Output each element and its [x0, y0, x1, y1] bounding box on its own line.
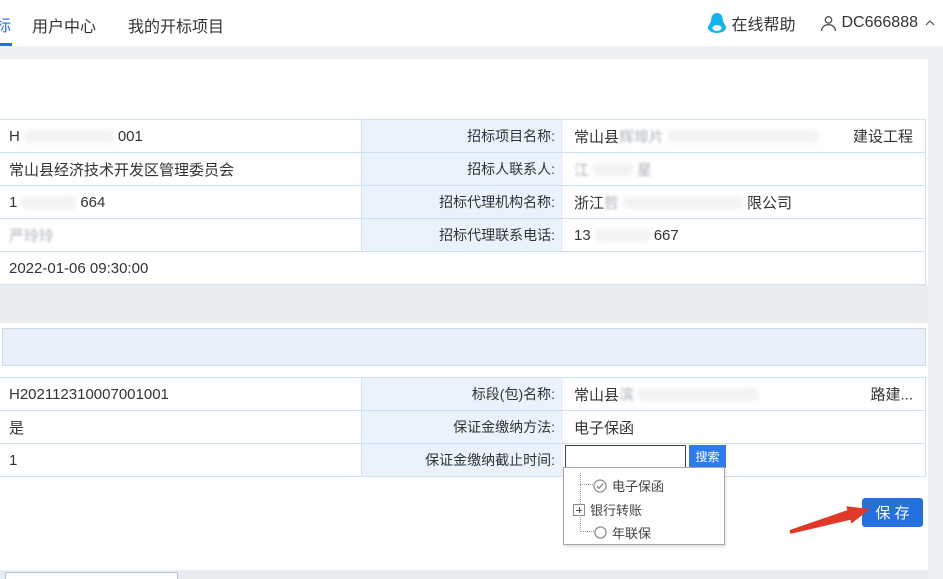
redacted-fragment: 常山县 — [574, 384, 619, 405]
radio-checked-icon — [593, 479, 607, 493]
dropdown-item-annual-guarantee[interactable]: 年联保 — [594, 523, 651, 542]
redacted-fragment: 1 — [9, 194, 17, 211]
redacted-faint: 江 — [574, 159, 589, 180]
tenderer-contact-value: 江星 — [563, 153, 925, 185]
deadline-input[interactable] — [565, 445, 686, 468]
redaction-smudge — [595, 229, 650, 242]
yes-value: 是 — [0, 411, 362, 443]
dropdown-item-electronic-guarantee[interactable]: 电子保函 — [593, 476, 664, 495]
table-row: 常山县经济技术开发区管理委员会 招标人联系人: 江星 — [0, 153, 925, 186]
page: 标 用户中心 我的开标项目 在线帮助 DC666888 — [0, 0, 943, 579]
redacted-faint: 辉埠片 — [619, 126, 664, 147]
field-label: 保证金缴纳方法: — [362, 411, 563, 443]
redaction-smudge — [638, 388, 758, 401]
redaction-smudge — [24, 130, 114, 143]
nav-item-my-bid-projects[interactable]: 我的开标项目 — [128, 13, 224, 37]
chevron-up-icon — [925, 20, 935, 26]
redaction-smudge — [593, 163, 633, 176]
save-button[interactable]: 保 存 — [862, 498, 923, 527]
deposit-method-dropdown: 电子保函 银行转账 年联保 — [563, 467, 725, 545]
redacted-fragment: 常山县 — [574, 126, 619, 147]
user-menu[interactable]: DC666888 — [820, 14, 936, 32]
section-number-value: H202112310007001001 — [0, 378, 362, 410]
tree-connector — [580, 531, 594, 532]
table-row: 严玲玲 招标代理联系电话: 13 667 — [0, 219, 925, 252]
dropdown-item-label: 年联保 — [612, 523, 651, 542]
person-icon — [820, 15, 837, 32]
table-row: 2022-01-06 09:30:00 — [0, 252, 925, 285]
right-gutter — [928, 46, 943, 579]
redacted-fragment: 建设工程 — [853, 126, 913, 147]
redacted-fragment: 13 — [574, 227, 591, 244]
redacted-faint: 哲 — [604, 192, 619, 213]
table-row: 1 保证金缴纳截止时间: 搜索 — [0, 444, 925, 477]
field-label: 招标代理联系电话: — [362, 219, 563, 251]
bottom-partial-panel — [5, 572, 178, 579]
active-tab-underline — [0, 43, 12, 46]
redacted-fragment: H — [9, 128, 20, 145]
redacted-fragment: 浙江 — [574, 192, 604, 213]
tree-expand-icon[interactable] — [573, 504, 585, 516]
dropdown-item-label: 银行转账 — [590, 500, 642, 519]
section-name-value: 常山县滨 路建... — [563, 378, 925, 410]
field-label: 招标项目名称: — [362, 120, 563, 152]
dropdown-item-label: 电子保函 — [612, 476, 664, 495]
table-row: 是 保证金缴纳方法: 电子保函 — [0, 411, 925, 444]
bid-section-table: H202112310007001001 标段(包)名称: 常山县滨 路建... … — [0, 377, 926, 477]
redacted-fragment: 667 — [654, 227, 679, 244]
redaction-smudge — [623, 196, 743, 209]
project-name-value: 常山县辉埠片 建设工程 — [563, 120, 925, 152]
redacted-faint: 严玲玲 — [9, 225, 54, 246]
qq-help-icon — [708, 13, 726, 33]
field-label: 招标代理机构名称: — [362, 186, 563, 218]
online-help-label: 在线帮助 — [731, 11, 795, 35]
redacted-fragment: 限公司 — [747, 192, 792, 213]
truncated-fragment: 路建... — [870, 384, 913, 405]
deposit-method-value: 电子保函 — [563, 411, 925, 443]
divider-band — [0, 46, 943, 59]
redacted-faint: 滨 — [619, 384, 634, 405]
table-row: 1664 招标代理机构名称: 浙江哲限公司 — [0, 186, 925, 219]
tree-connector — [580, 484, 593, 485]
count-value: 1 — [0, 444, 362, 476]
agency-contact-value: 严玲玲 — [0, 219, 362, 251]
table-row: H202112310007001001 标段(包)名称: 常山县滨 路建... — [0, 378, 925, 411]
search-button[interactable]: 搜索 — [689, 445, 726, 468]
project-info-table: H 001 招标项目名称: 常山县辉埠片 建设工程 常山县经济技术开发区管理委员会… — [0, 119, 926, 285]
tenderer-phone-value: 1664 — [0, 186, 362, 218]
agency-phone-value: 13 667 — [563, 219, 925, 251]
tenderer-name-value: 常山县经济技术开发区管理委员会 — [0, 153, 362, 185]
nav-tab-partial[interactable]: 标 — [0, 12, 11, 36]
field-label: 保证金缴纳截止时间: — [362, 444, 563, 476]
username: DC666888 — [842, 14, 919, 32]
field-label: 标段(包)名称: — [362, 378, 563, 410]
bid-opening-time-value: 2022-01-06 09:30:00 — [0, 252, 925, 284]
dropdown-item-bank-transfer[interactable]: 银行转账 — [573, 500, 642, 519]
project-number-value: H 001 — [0, 120, 362, 152]
field-label: 招标人联系人: — [362, 153, 563, 185]
table-row: H 001 招标项目名称: 常山县辉埠片 建设工程 — [0, 120, 925, 153]
redacted-faint: 星 — [637, 159, 652, 180]
redaction-smudge — [668, 130, 818, 143]
nav-right: 在线帮助 DC666888 — [708, 0, 935, 46]
redacted-fragment: 001 — [118, 128, 143, 145]
agency-name-value: 浙江哲 限公司 — [563, 186, 925, 218]
online-help[interactable]: 在线帮助 — [708, 11, 795, 35]
redaction-smudge — [21, 196, 76, 209]
section-header-band — [2, 328, 926, 366]
radio-unchecked-icon — [594, 526, 607, 539]
section-gap — [0, 285, 928, 323]
top-nav: 标 用户中心 我的开标项目 在线帮助 DC666888 — [0, 0, 943, 46]
nav-item-user-center[interactable]: 用户中心 — [32, 13, 96, 37]
redacted-fragment: 664 — [80, 194, 105, 211]
